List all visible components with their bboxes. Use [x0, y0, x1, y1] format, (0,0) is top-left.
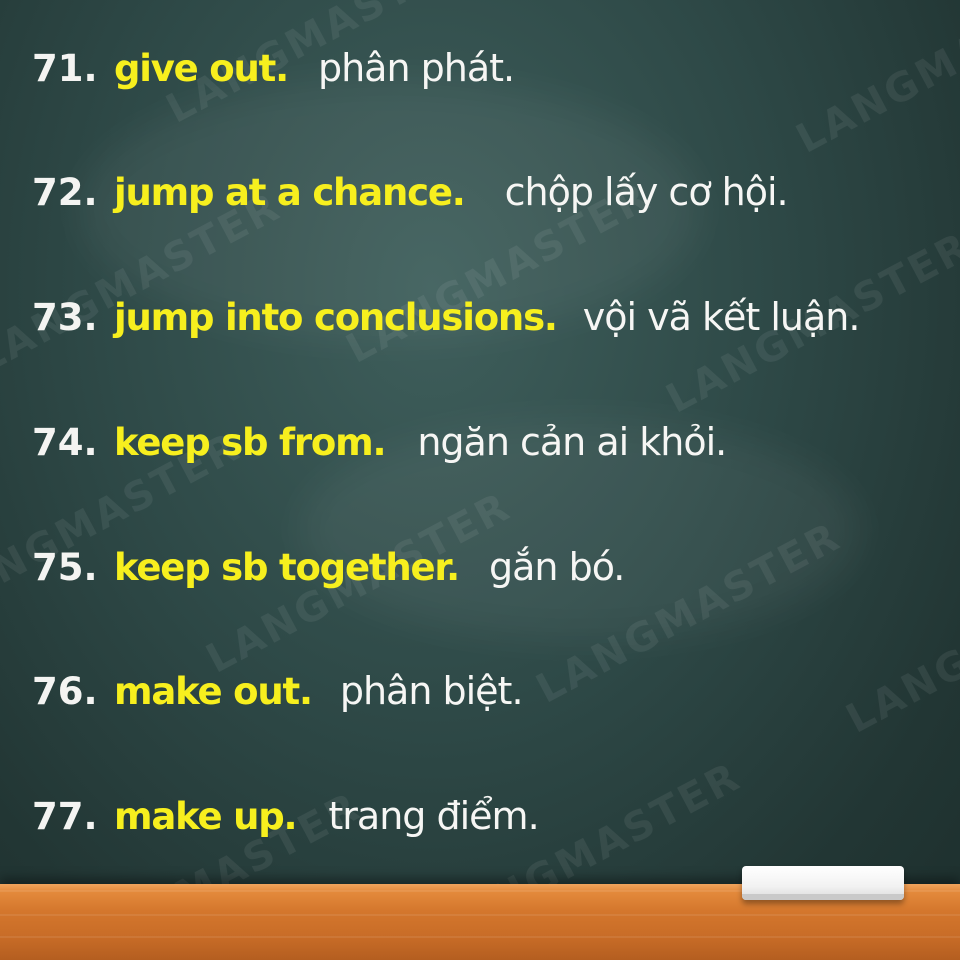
translation: gắn bó. — [489, 545, 625, 589]
watermark-text: LANGMASTER — [788, 0, 960, 163]
wood-grain — [0, 914, 960, 916]
translation: chộp lấy cơ hội. — [504, 170, 789, 214]
phrasal-verb: make out. — [114, 669, 313, 713]
translation: ngăn cản ai khỏi. — [417, 420, 727, 464]
eraser-edge — [742, 894, 904, 900]
item-number: 73. — [32, 295, 98, 339]
item-number: 72. — [32, 170, 98, 214]
list-item: 72. jump at a chance. chộp lấy cơ hội. — [32, 162, 789, 222]
list-item: 73. jump into conclusions. vội vã kết lu… — [32, 287, 861, 347]
translation: vội vã kết luận. — [582, 295, 861, 339]
list-item: 77. make up. trang điểm. — [32, 786, 540, 846]
translation: trang điểm. — [328, 794, 539, 838]
eraser-icon — [742, 866, 904, 900]
item-number: 75. — [32, 545, 98, 589]
item-number: 71. — [32, 46, 98, 90]
watermark-text: LANGMASTER — [838, 543, 960, 743]
phrasal-verb: make up. — [114, 794, 298, 838]
list-item: 75. keep sb together. gắn bó. — [32, 537, 625, 597]
list-item: 76. make out. phân biệt. — [32, 661, 524, 721]
phrasal-verb: keep sb together. — [114, 545, 460, 589]
wood-grain — [0, 936, 960, 938]
item-number: 76. — [32, 669, 98, 713]
phrasal-verb: keep sb from. — [114, 420, 387, 464]
translation: phân phát. — [317, 46, 515, 90]
item-number: 77. — [32, 794, 98, 838]
list-item: 74. keep sb from. ngăn cản ai khỏi. — [32, 412, 727, 472]
chalkboard: LANGMASTER LANGMASTER LANGMASTER LANGMAS… — [0, 0, 960, 960]
phrasal-verb: jump at a chance. — [114, 170, 466, 214]
translation: phân biệt. — [339, 669, 524, 713]
item-number: 74. — [32, 420, 98, 464]
phrasal-verb: jump into conclusions. — [114, 295, 558, 339]
list-item: 71. give out. phân phát. — [32, 38, 515, 98]
phrasal-verb: give out. — [114, 46, 289, 90]
